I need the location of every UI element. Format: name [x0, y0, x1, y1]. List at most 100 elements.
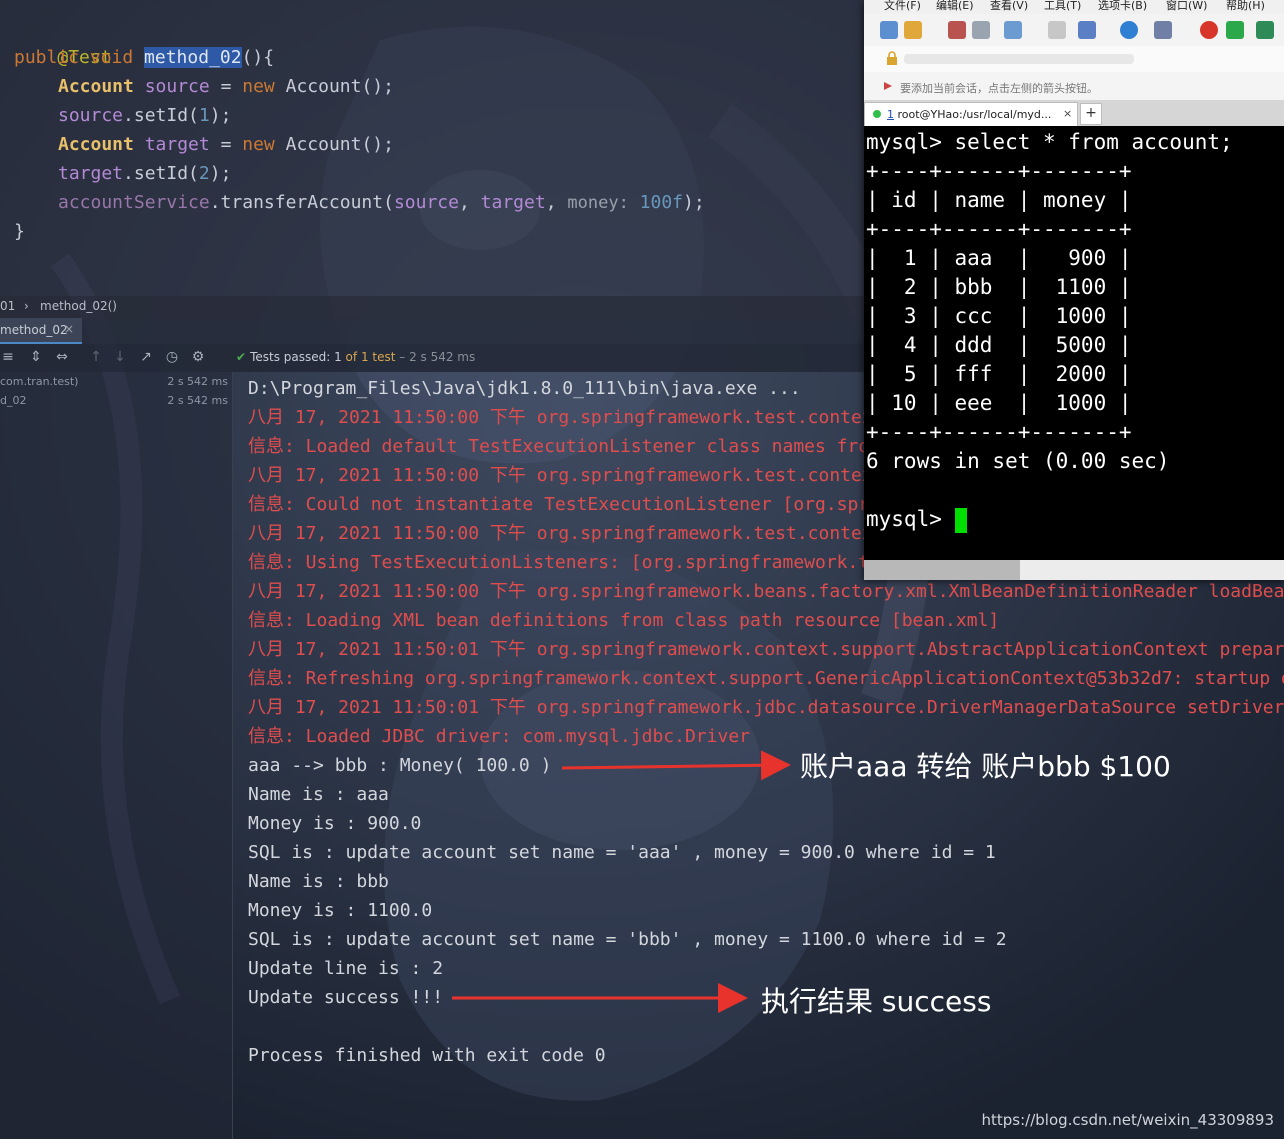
- terminal-window: 文件(F) 编辑(E) 查看(V) 工具(T) 选项卡(B) 窗口(W) 帮助(H) 要添加…: [864, 0, 1284, 580]
- watermark: https://blog.csdn.net/weixin_43309893: [981, 1111, 1274, 1129]
- terminal-line: | 3 | ccc | 1000 |: [866, 304, 1132, 328]
- code-line: @Test: [57, 47, 112, 68]
- xshell-icon[interactable]: [1226, 21, 1244, 39]
- console-line: Money is : 1100.0: [248, 900, 433, 921]
- terminal-prompt: mysql>: [866, 505, 967, 534]
- terminal-line: | 1 | aaa | 900 |: [866, 246, 1132, 270]
- arrow-down-icon[interactable]: ↓: [112, 349, 128, 365]
- properties-icon[interactable]: [1004, 21, 1022, 39]
- close-icon[interactable]: ×: [64, 322, 74, 336]
- console-line: Process finished with exit code 0: [248, 1045, 606, 1066]
- breadcrumb-item[interactable]: method_02(): [40, 299, 117, 313]
- address-bar[interactable]: [864, 46, 1284, 72]
- terminal-line: | id | name | money |: [866, 188, 1132, 212]
- parameter-hint: money:: [567, 193, 629, 213]
- tests-status: ✔ Tests passed: 1 of 1 test – 2 s 542 ms: [236, 350, 476, 364]
- console-line: 信息: Refreshing org.springframework.conte…: [248, 668, 1284, 689]
- code-line: public void method_02(){: [14, 47, 275, 68]
- console-line: D:\Program_Files\Java\jdk1.8.0_111\bin\j…: [248, 378, 801, 399]
- console-line: SQL is : update account set name = 'bbb'…: [248, 929, 1007, 950]
- console-line: Name is : bbb: [248, 871, 389, 892]
- code-line: Account source = new Account();: [58, 76, 394, 97]
- code-editor[interactable]: @Test public void method_02(){ Account s…: [0, 0, 864, 296]
- test-tree: com.tran.test) 2 s 542 ms d_02 2 s 542 m…: [0, 372, 233, 1139]
- menu-item[interactable]: 帮助(H): [1226, 0, 1265, 13]
- code-line: source.setId(1);: [58, 105, 232, 126]
- console-line: 八月 17, 2021 11:50:01 下午 org.springframew…: [248, 639, 1284, 660]
- session-tab[interactable]: 1 root@YHao:/usr/local/myd... ×: [864, 102, 1078, 126]
- console-line: Update line is : 2: [248, 958, 444, 979]
- globe-icon[interactable]: [1120, 21, 1138, 39]
- console-line: Update success !!!: [248, 987, 444, 1008]
- link-icon[interactable]: [948, 21, 966, 39]
- breadcrumb: 01 › method_02(): [0, 296, 864, 318]
- expand-all-icon[interactable]: ⇕: [28, 349, 44, 365]
- test-tree-row[interactable]: com.tran.test) 2 s 542 ms: [0, 373, 232, 391]
- console-line: 八月 17, 2021 11:50:00 下午 org.springframew…: [248, 581, 1284, 602]
- terminal-status-bar: [864, 560, 1284, 580]
- arrow-up-icon[interactable]: ↑: [88, 349, 104, 365]
- arrow-icon[interactable]: [882, 80, 894, 92]
- menu-item[interactable]: 窗口(W): [1166, 0, 1207, 13]
- console-line: 八月 17, 2021 11:50:01 下午 org.springframew…: [248, 697, 1284, 718]
- open-folder-icon[interactable]: [904, 21, 922, 39]
- add-tab-button[interactable]: +: [1080, 103, 1102, 125]
- font-icon[interactable]: [1154, 21, 1172, 39]
- run-tab-label: method_02: [0, 323, 68, 337]
- layout-icon[interactable]: [1078, 21, 1096, 39]
- session-tab-strip: 1 root@YHao:/usr/local/myd... × +: [864, 100, 1284, 126]
- menu-item[interactable]: 查看(V): [990, 0, 1028, 13]
- code-line: accountService.transferAccount(source, t…: [58, 192, 705, 213]
- terminal-line: 6 rows in set (0.00 sec): [866, 449, 1170, 473]
- history-icon[interactable]: ◷: [164, 349, 180, 365]
- menu-bar: 文件(F) 编辑(E) 查看(V) 工具(T) 选项卡(B) 窗口(W) 帮助(H): [864, 0, 1284, 14]
- menu-item[interactable]: 文件(F): [884, 0, 921, 13]
- run-tab-method-02[interactable]: method_02 ×: [0, 318, 82, 344]
- terminal-line: mysql> select * from account;: [866, 130, 1233, 154]
- unlink-icon[interactable]: [972, 21, 990, 39]
- terminal-line: | 4 | ddd | 5000 |: [866, 333, 1132, 357]
- terminal-line: | 5 | fff | 2000 |: [866, 362, 1132, 386]
- selected-method-name[interactable]: method_02: [144, 47, 242, 68]
- test-tree-row[interactable]: d_02 2 s 542 ms: [0, 392, 232, 410]
- lock-icon: [887, 51, 897, 65]
- transfer-annotation: 账户aaa 转给 账户bbb $100: [800, 750, 1171, 783]
- console-line: 信息: Loaded JDBC driver: com.mysql.jdbc.D…: [248, 726, 750, 747]
- menu-item[interactable]: 工具(T): [1044, 0, 1081, 13]
- chevron-right-icon: ›: [24, 299, 29, 313]
- console-line: Name is : aaa: [248, 784, 389, 805]
- close-icon[interactable]: ×: [1063, 107, 1072, 120]
- xftp-icon[interactable]: [1200, 21, 1218, 39]
- connected-status-icon: [873, 110, 881, 118]
- check-icon: ✔: [236, 350, 247, 364]
- breadcrumb-item[interactable]: 01: [0, 299, 15, 313]
- code-line: target.setId(2);: [58, 163, 232, 184]
- terminal-line: +----+------+-------+: [866, 159, 1132, 183]
- search-icon[interactable]: [1048, 21, 1066, 39]
- menu-item[interactable]: 选项卡(B): [1098, 0, 1147, 13]
- status-segment: [864, 560, 1020, 580]
- result-annotation: 执行结果 success: [761, 985, 992, 1018]
- console-line: Money is : 900.0: [248, 813, 422, 834]
- code-line: Account target = new Account();: [58, 134, 394, 155]
- console-line: SQL is : update account set name = 'aaa'…: [248, 842, 996, 863]
- gear-icon[interactable]: ⚙: [190, 349, 206, 365]
- menu-item[interactable]: 编辑(E): [936, 0, 974, 13]
- address-text-blurred: [904, 54, 1134, 64]
- code-line: }: [14, 221, 25, 242]
- collapse-all-icon[interactable]: ⇔: [54, 349, 70, 365]
- console-line: aaa --> bbb : Money( 100.0 ): [248, 755, 552, 776]
- expand-icon[interactable]: [1256, 21, 1274, 39]
- terminal-line: +----+------+-------+: [866, 217, 1132, 241]
- console-line: 信息: Loading XML bean definitions from cl…: [248, 610, 1000, 631]
- terminal-line: | 2 | bbb | 1100 |: [866, 275, 1132, 299]
- sort-icon[interactable]: ≡: [0, 349, 16, 365]
- export-icon[interactable]: ↗: [138, 349, 154, 365]
- terminal-line: | 10 | eee | 1000 |: [866, 391, 1132, 415]
- terminal-line: +----+------+-------+: [866, 420, 1132, 444]
- terminal-cursor: [954, 507, 967, 533]
- terminal-screen[interactable]: mysql> select * from account; +----+-----…: [864, 126, 1284, 560]
- new-session-icon[interactable]: [880, 21, 898, 39]
- run-toolbar: ≡ ⇕ ⇔ ↑ ↓ ↗ ◷ ⚙ ✔ Tests passed: 1 of 1 te…: [0, 344, 864, 372]
- terminal-toolbar: [864, 14, 1284, 47]
